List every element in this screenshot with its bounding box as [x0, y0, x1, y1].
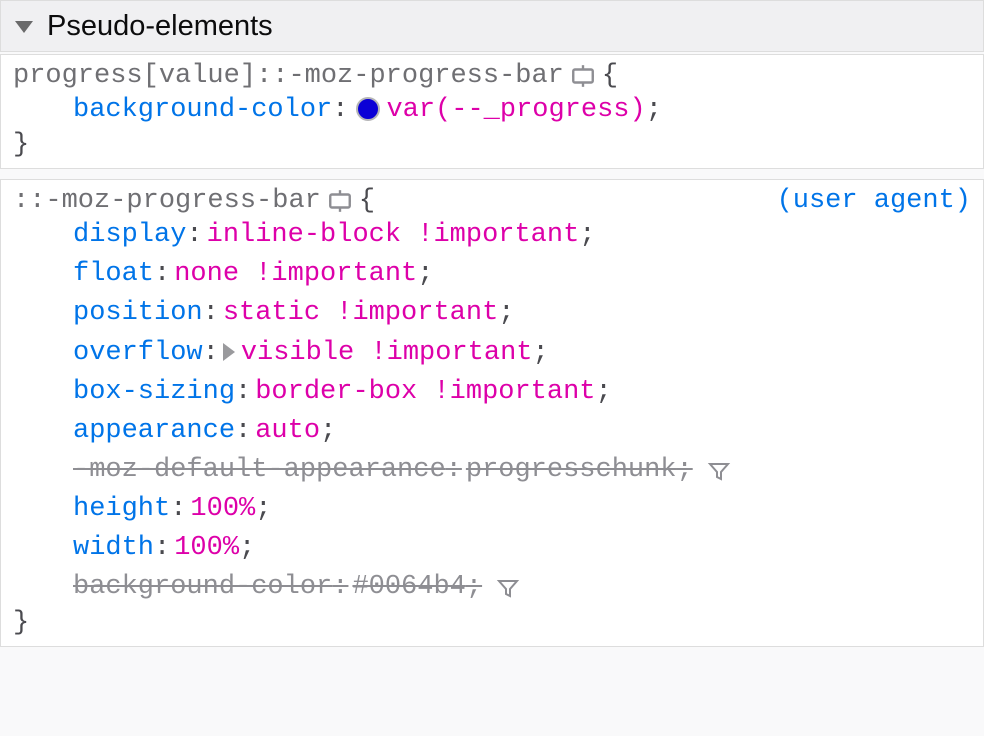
semicolon: ;	[532, 334, 548, 373]
semicolon: ;	[255, 490, 271, 529]
rule-block: progress[value]::-moz-progress-bar { bac…	[0, 54, 984, 169]
css-value[interactable]: visible !important	[241, 334, 533, 373]
section-title: Pseudo-elements	[47, 10, 273, 43]
semicolon: ;	[239, 529, 255, 568]
css-declaration[interactable]: height: 100%;	[73, 490, 971, 529]
css-declaration[interactable]: display: inline-block !important;	[73, 216, 971, 255]
selector-highlighter-icon[interactable]	[570, 63, 596, 89]
selector-line: ::-moz-progress-bar { (user agent)	[13, 186, 971, 216]
colon: :	[186, 216, 202, 255]
filter-icon[interactable]	[707, 459, 731, 483]
css-value[interactable]: inline-block !important	[207, 216, 580, 255]
colon: :	[154, 529, 170, 568]
css-value[interactable]: 100%	[190, 490, 255, 529]
expand-shorthand-icon[interactable]	[223, 343, 235, 361]
close-brace: }	[13, 130, 971, 160]
filter-icon[interactable]	[496, 576, 520, 600]
semicolon: ;	[417, 255, 433, 294]
colon: :	[203, 334, 219, 373]
semicolon: ;	[579, 216, 595, 255]
css-property[interactable]: width	[73, 529, 154, 568]
semicolon: ;	[646, 91, 662, 130]
rules-panel: Pseudo-elements progress[value]::-moz-pr…	[0, 0, 984, 647]
semicolon: ;	[677, 451, 693, 490]
css-declaration[interactable]: background-color: #0064b4;	[73, 568, 971, 607]
semicolon: ;	[466, 568, 482, 607]
css-property[interactable]: position	[73, 294, 203, 333]
css-value[interactable]: #0064b4	[352, 568, 465, 607]
css-value[interactable]: auto	[255, 412, 320, 451]
css-value[interactable]: var(--_progress)	[386, 91, 645, 130]
declaration-block: background-color: var(--_progress);	[13, 91, 971, 130]
css-property[interactable]: appearance	[73, 412, 235, 451]
semicolon: ;	[498, 294, 514, 333]
css-declaration[interactable]: box-sizing: border-box !important;	[73, 373, 971, 412]
colon: :	[235, 373, 251, 412]
css-value[interactable]: progresschunk	[466, 451, 677, 490]
colon: :	[154, 255, 170, 294]
rule-block: ::-moz-progress-bar { (user agent) displ…	[0, 179, 984, 646]
rule-source-link[interactable]: (user agent)	[777, 186, 971, 216]
css-declaration[interactable]: overflow: visible !important;	[73, 334, 971, 373]
css-property[interactable]: height	[73, 490, 170, 529]
css-property[interactable]: display	[73, 216, 186, 255]
css-declaration[interactable]: appearance: auto;	[73, 412, 971, 451]
selector-line: progress[value]::-moz-progress-bar {	[13, 61, 971, 91]
declaration-block: display: inline-block !important;float: …	[13, 216, 971, 607]
css-declaration[interactable]: width: 100%;	[73, 529, 971, 568]
css-value[interactable]: none !important	[174, 255, 417, 294]
css-property[interactable]: box-sizing	[73, 373, 235, 412]
css-selector[interactable]: ::-moz-progress-bar	[13, 186, 321, 216]
semicolon: ;	[596, 373, 612, 412]
colon: :	[332, 568, 348, 607]
css-property[interactable]: float	[73, 255, 154, 294]
css-declaration[interactable]: background-color: var(--_progress);	[73, 91, 971, 130]
color-swatch[interactable]	[356, 97, 380, 121]
colon: :	[235, 412, 251, 451]
colon: :	[332, 91, 348, 130]
css-property[interactable]: background-color	[73, 568, 332, 607]
css-property[interactable]: background-color	[73, 91, 332, 130]
css-declaration[interactable]: -moz-default-appearance: progresschunk;	[73, 451, 971, 490]
css-declaration[interactable]: float: none !important;	[73, 255, 971, 294]
css-declaration[interactable]: position: static !important;	[73, 294, 971, 333]
css-selector[interactable]: progress[value]::-moz-progress-bar	[13, 61, 564, 91]
close-brace: }	[13, 608, 971, 638]
semicolon: ;	[320, 412, 336, 451]
open-brace: {	[602, 61, 618, 91]
colon: :	[203, 294, 219, 333]
colon: :	[446, 451, 462, 490]
css-value[interactable]: 100%	[174, 529, 239, 568]
selector-highlighter-icon[interactable]	[327, 188, 353, 214]
chevron-down-icon	[15, 21, 33, 33]
pseudo-elements-header[interactable]: Pseudo-elements	[0, 0, 984, 52]
colon: :	[170, 490, 186, 529]
css-property[interactable]: -moz-default-appearance	[73, 451, 446, 490]
open-brace: {	[359, 186, 375, 216]
css-value[interactable]: border-box !important	[255, 373, 595, 412]
css-property[interactable]: overflow	[73, 334, 203, 373]
css-value[interactable]: static !important	[223, 294, 498, 333]
